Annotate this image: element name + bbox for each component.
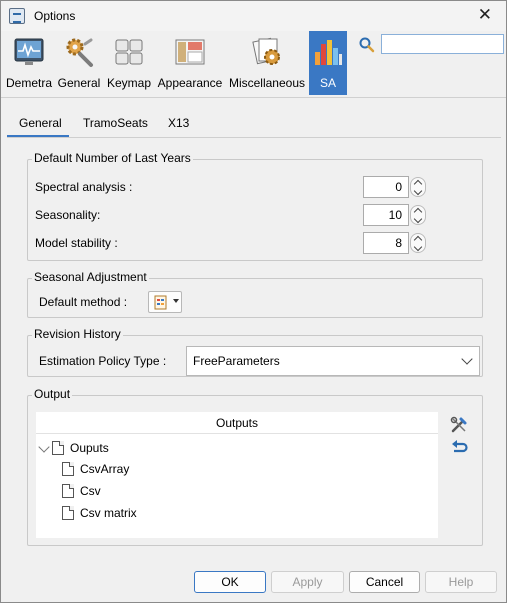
seasonality-stepper[interactable] — [410, 205, 426, 225]
toolbar-item-miscellaneous[interactable]: Miscellaneous — [227, 31, 307, 95]
output-group: Output Outputs Ouputs CsvArray Csv Csv m… — [27, 387, 483, 546]
document-icon — [62, 462, 74, 476]
cancel-button[interactable]: Cancel — [349, 571, 420, 593]
toolbar-label-miscellaneous: Miscellaneous — [228, 76, 306, 90]
options-dialog: Options ✕ Demetra General Keymap Appeara… — [0, 0, 507, 603]
dropdown-arrow-icon — [173, 299, 179, 303]
toolbar-item-sa[interactable]: SA — [309, 31, 347, 95]
document-icon — [52, 441, 64, 455]
toolbar-divider — [1, 97, 506, 98]
app-icon — [9, 8, 25, 24]
group-title-output: Output — [32, 387, 73, 401]
seasonal-adjustment-group: Seasonal Adjustment Default method : — [27, 270, 483, 318]
estimation-policy-select[interactable]: FreeParameters — [186, 346, 480, 376]
spectral-analysis-spinner[interactable]: 0 — [363, 176, 427, 198]
spectral-analysis-stepper[interactable] — [410, 177, 426, 197]
bar-chart-icon — [315, 40, 342, 65]
keyboard-icon — [115, 39, 143, 65]
title-bar: Options ✕ — [1, 1, 506, 31]
tab-divider — [7, 137, 501, 138]
undo-icon[interactable] — [450, 438, 468, 456]
model-stability-label: Model stability : — [35, 236, 118, 250]
ok-button[interactable]: OK — [194, 571, 266, 593]
default-method-label: Default method : — [39, 295, 128, 309]
seasonality-value[interactable]: 10 — [363, 204, 409, 226]
toolbar-label-demetra: Demetra — [5, 76, 52, 90]
spectral-analysis-label: Spectral analysis : — [35, 180, 133, 194]
tree-item-label: Csv — [80, 484, 101, 498]
default-method-button[interactable] — [148, 291, 182, 313]
search-icon — [359, 37, 375, 53]
revision-history-group: Revision History Estimation Policy Type … — [27, 327, 483, 377]
chevron-down-icon — [461, 353, 473, 365]
window-title: Options — [34, 9, 76, 23]
toolbar-item-appearance[interactable]: Appearance — [156, 31, 224, 95]
monitor-icon — [14, 38, 44, 65]
estimation-policy-value: FreeParameters — [193, 354, 280, 368]
gears-icon — [66, 38, 93, 67]
seasonality-label: Seasonality: — [35, 208, 101, 222]
appearance-icon — [175, 39, 205, 65]
spec-document-icon — [154, 295, 167, 310]
document-icon — [62, 506, 74, 520]
seasonality-spinner[interactable]: 10 — [363, 204, 427, 226]
tree-item-label: CsvArray — [80, 462, 130, 476]
help-button[interactable]: Help — [425, 571, 497, 593]
toolbar-label-keymap: Keymap — [106, 76, 152, 90]
apply-button[interactable]: Apply — [271, 571, 344, 593]
tab-general[interactable]: General — [7, 113, 69, 137]
toolbar-label-sa: SA — [319, 76, 336, 90]
group-title-seasonal-adjustment: Seasonal Adjustment — [32, 270, 149, 284]
estimation-policy-label: Estimation Policy Type : — [39, 354, 167, 368]
default-last-years-group: Default Number of Last Years Spectral an… — [27, 151, 483, 261]
group-title-revision-history: Revision History — [32, 327, 123, 341]
model-stability-value[interactable]: 8 — [363, 232, 409, 254]
spectral-analysis-value[interactable]: 0 — [363, 176, 409, 198]
group-title-last-years: Default Number of Last Years — [32, 151, 193, 165]
tab-x13[interactable]: X13 — [168, 113, 189, 137]
tree-root-label: Ouputs — [70, 441, 109, 455]
model-stability-stepper[interactable] — [410, 233, 426, 253]
close-icon[interactable]: ✕ — [478, 5, 492, 25]
outputs-header: Outputs — [36, 412, 438, 434]
toolbar-item-demetra[interactable]: Demetra — [3, 31, 55, 95]
model-stability-spinner[interactable]: 8 — [363, 232, 427, 254]
outputs-tree[interactable]: Outputs Ouputs CsvArray Csv Csv matrix — [36, 412, 438, 538]
tree-item-label: Csv matrix — [80, 506, 137, 520]
search-input[interactable] — [381, 34, 504, 54]
toolbar-label-general: General — [57, 76, 101, 90]
toolbar-item-general[interactable]: General — [56, 31, 102, 95]
document-icon — [62, 484, 74, 498]
toolbar-item-keymap[interactable]: Keymap — [105, 31, 153, 95]
tools-icon[interactable] — [450, 416, 468, 434]
misc-icon — [252, 37, 280, 65]
category-toolbar: Demetra General Keymap Appearance Miscel… — [1, 31, 506, 97]
chevron-down-icon[interactable] — [38, 441, 50, 453]
toolbar-label-appearance: Appearance — [157, 76, 223, 90]
tab-tramoseats[interactable]: TramoSeats — [83, 113, 148, 137]
